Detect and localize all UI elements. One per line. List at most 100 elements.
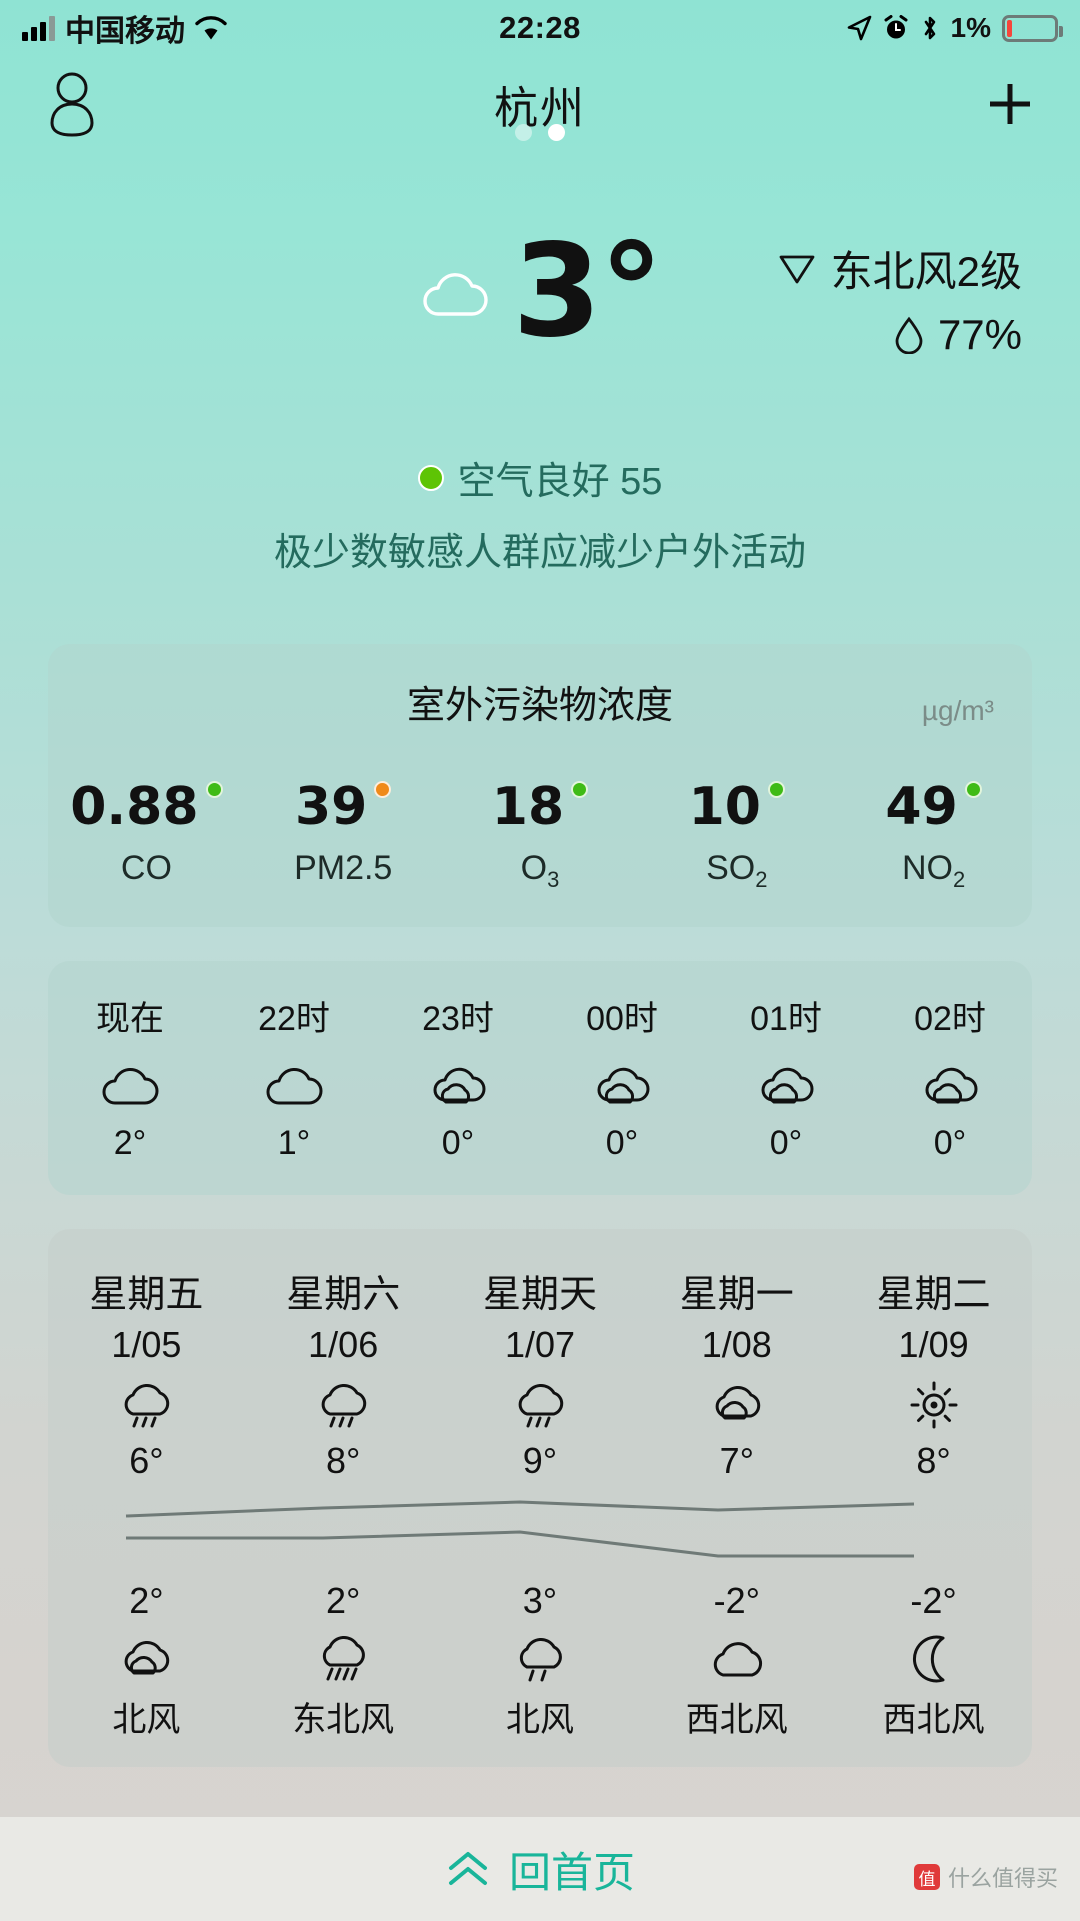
daily-item: 星期二 1/09 8° xyxy=(835,1263,1032,1482)
daily-forecast-card[interactable]: 星期五 1/05 6° 星期六 1/06 8° 星期天 1/07 9° 星期一 … xyxy=(48,1228,1032,1767)
hourly-temp: 0° xyxy=(441,1123,475,1162)
bluetooth-icon xyxy=(920,14,940,42)
air-quality-row[interactable]: 空气良好 55 xyxy=(0,450,1080,505)
hourly-temp: 0° xyxy=(605,1123,639,1162)
hourly-temp: 0° xyxy=(769,1123,803,1162)
hourly-temp: 1° xyxy=(277,1123,311,1162)
pollutant-subscript: 3 xyxy=(547,866,560,892)
hourly-item: 22时 1° xyxy=(212,991,376,1163)
pollutant-status-dot xyxy=(205,781,223,798)
moon-icon xyxy=(835,1632,1032,1686)
droplet-icon xyxy=(894,316,924,354)
hourly-item: 02时 0° xyxy=(868,991,1032,1163)
hourly-item: 01时 0° xyxy=(704,991,868,1163)
status-bar: 中国移动 22:28 1% xyxy=(0,0,1080,56)
pollutant-status-dot xyxy=(571,781,589,798)
battery-icon xyxy=(1002,14,1064,42)
battery-percent-label: 1% xyxy=(950,12,992,43)
pollutant-status-dot xyxy=(374,781,392,798)
pollutant-value-wrap: 18 xyxy=(491,777,589,837)
daily-low: 2° xyxy=(325,1579,361,1621)
pollutant-status-dot xyxy=(964,781,982,798)
cloud-icon xyxy=(638,1632,835,1686)
pollutant-subscript: 2 xyxy=(755,866,768,892)
pollution-unit: µg/m³ xyxy=(921,695,994,726)
daily-weekday: 星期一 xyxy=(679,1273,794,1316)
pollutant-item: 39 PM2.5 xyxy=(245,777,442,893)
pollution-card[interactable]: 室外污染物浓度 µg/m³ 0.88 CO 39 PM2.5 18 O3 10 … xyxy=(48,644,1032,927)
daily-low: -2° xyxy=(910,1579,957,1621)
cloud-showers-icon xyxy=(245,1632,442,1686)
hourly-temp: 0° xyxy=(933,1123,967,1162)
watermark-text: 什么值得买 xyxy=(947,1866,1058,1891)
pollutant-value: 0.88 xyxy=(70,777,199,837)
back-to-home-label: 回首页 xyxy=(508,1848,635,1896)
sun-icon xyxy=(835,1378,1032,1432)
daily-high: 8° xyxy=(325,1439,361,1481)
pollutant-value-wrap: 39 xyxy=(295,777,392,837)
pollutant-item: 10 SO2 xyxy=(638,777,835,893)
watermark: 值 什么值得买 xyxy=(913,1861,1058,1893)
daily-night-item: -2° 西北风 xyxy=(638,1580,835,1741)
cloud-rain-icon xyxy=(245,1378,442,1432)
daily-weekday: 星期六 xyxy=(286,1273,401,1316)
daily-date: 1/09 xyxy=(898,1323,969,1365)
pollutant-status-dot xyxy=(767,781,785,798)
daily-item: 星期五 1/05 6° xyxy=(48,1263,245,1482)
daily-date: 1/06 xyxy=(308,1323,379,1365)
pollutant-value-wrap: 0.88 xyxy=(70,777,223,837)
daily-weekday: 星期天 xyxy=(482,1273,597,1316)
hourly-temp: 2° xyxy=(113,1123,147,1162)
current-conditions: 东北风2级 77% xyxy=(777,238,1022,359)
hourly-time: 00时 xyxy=(586,999,658,1038)
daily-date: 1/07 xyxy=(504,1323,576,1365)
cloudy-double-icon xyxy=(868,1058,1032,1110)
pollutant-label: SO2 xyxy=(638,849,835,893)
health-advice: 极少数敏感人群应减少户外活动 xyxy=(273,532,806,574)
pollutant-value-wrap: 49 xyxy=(885,777,982,837)
hourly-item: 现在 2° xyxy=(48,991,212,1163)
cloud-icon xyxy=(48,1058,212,1110)
daily-high: 9° xyxy=(522,1439,558,1481)
hourly-forecast-card[interactable]: 现在 2° 22时 1° 23时 0° 00时 0° 01时 0° 02时 0° xyxy=(48,960,1032,1195)
daily-low: 2° xyxy=(129,1579,164,1621)
pollutant-value: 18 xyxy=(491,777,565,837)
cloudy-double-icon xyxy=(376,1058,540,1110)
daily-low: 3° xyxy=(522,1579,558,1621)
hourly-time: 01时 xyxy=(750,999,822,1038)
daily-date: 1/05 xyxy=(111,1323,182,1365)
daily-night-item: 3° 北风 xyxy=(442,1580,639,1741)
page-dot-1[interactable] xyxy=(515,124,532,141)
pollutant-label: PM2.5 xyxy=(245,849,442,888)
daily-item: 星期天 1/07 9° xyxy=(442,1263,639,1482)
pollutant-label: CO xyxy=(48,849,245,888)
pollution-values-row: 0.88 CO 39 PM2.5 18 O3 10 SO2 49 NO2 xyxy=(48,777,1032,893)
current-temperature: 3° xyxy=(512,217,663,366)
signal-bars-icon xyxy=(22,15,55,41)
daily-item: 星期六 1/06 8° xyxy=(245,1263,442,1482)
page-indicator[interactable] xyxy=(0,124,1080,141)
watermark-badge: 值 xyxy=(913,1864,940,1890)
pollutant-name: O xyxy=(520,849,548,887)
pollutant-subscript: 2 xyxy=(952,866,966,892)
wifi-icon xyxy=(195,15,227,41)
wind-direction-icon xyxy=(777,252,817,286)
pollution-title: 室外污染物浓度 xyxy=(406,685,673,727)
cloud-rain-icon xyxy=(442,1632,639,1686)
pollutant-value: 39 xyxy=(295,777,368,837)
daily-wind: 西北风 xyxy=(882,1700,985,1739)
daily-weekday: 星期五 xyxy=(89,1273,204,1316)
hourly-item: 23时 0° xyxy=(376,991,540,1163)
pollutant-value-wrap: 10 xyxy=(689,777,785,837)
daily-night-item: -2° 西北风 xyxy=(835,1580,1032,1741)
carrier-label: 中国移动 xyxy=(65,15,185,48)
hourly-time: 23时 xyxy=(422,999,494,1038)
aqi-label: 空气良好 55 xyxy=(457,461,663,503)
daily-wind: 北风 xyxy=(112,1700,181,1739)
page-dot-2[interactable] xyxy=(548,124,565,141)
daily-night-row: 2° 北风 2° 东北风 3° 北风 -2° 西北风 -2° 西北风 xyxy=(48,1580,1032,1741)
pollutant-item: 0.88 CO xyxy=(48,777,245,893)
trend-line-high xyxy=(125,1500,915,1518)
daily-date: 1/08 xyxy=(701,1323,772,1365)
cloudy-double-icon xyxy=(540,1058,704,1110)
